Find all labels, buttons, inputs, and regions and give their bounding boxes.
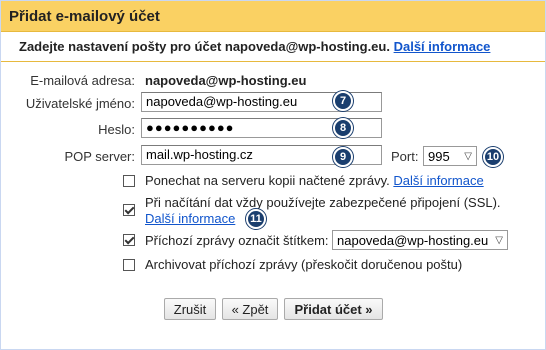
email-label: E-mailová adresa: (30, 73, 135, 88)
chevron-down-icon: ▽ (495, 234, 503, 246)
chevron-down-icon: ▽ (464, 150, 472, 162)
intro-text: Zadejte nastavení pošty pro účet napoved… (19, 39, 490, 54)
intro-more-info-link[interactable]: Další informace (394, 39, 491, 54)
leave-copy-label: Ponechat na serveru kopii načtené zprávy… (145, 173, 390, 188)
ssl-more-info-link[interactable]: Další informace (145, 211, 235, 226)
back-button[interactable]: « Zpět (222, 298, 278, 320)
ssl-checkbox[interactable] (123, 204, 135, 216)
add-email-account-dialog: Přidat e-mailový účet Zadejte nastavení … (0, 0, 546, 350)
step-11-badge: 11 (246, 209, 266, 229)
tag-label-select[interactable]: napoveda@wp-hosting.eu ▽ (332, 230, 508, 250)
tag-select-value: napoveda@wp-hosting.eu (337, 232, 489, 248)
step-8-badge: 8 (333, 118, 353, 138)
tag-checkbox[interactable] (123, 234, 135, 246)
ssl-label: Při načítání dat vždy používejte zabezpe… (145, 195, 501, 210)
step-9-badge: 9 (333, 147, 353, 167)
cancel-button[interactable]: Zrušit (164, 298, 216, 320)
email-value: napoveda@wp-hosting.eu (145, 73, 307, 88)
leave-copy-more-info-link[interactable]: Další informace (393, 173, 483, 188)
ssl-option: Při načítání dat vždy používejte zabezpe… (145, 195, 501, 227)
archive-label: Archivovat příchozí zprávy (přeskočit do… (145, 257, 463, 272)
header-divider (1, 61, 545, 62)
step-10-badge: 10 (483, 147, 503, 167)
leave-copy-checkbox[interactable] (123, 175, 135, 187)
pop-server-label: POP server: (64, 149, 135, 164)
port-select[interactable]: 995 ▽ (423, 146, 477, 166)
port-label: Port: (391, 149, 419, 164)
intro-message: Zadejte nastavení pošty pro účet napoved… (19, 39, 390, 54)
password-label: Heslo: (98, 122, 135, 137)
dialog-title: Přidat e-mailový účet (1, 1, 545, 32)
username-label: Uživatelské jméno: (25, 96, 135, 111)
step-7-badge: 7 (333, 91, 353, 111)
port-value: 995 (428, 148, 450, 164)
leave-copy-option: Ponechat na serveru kopii načtené zprávy… (145, 173, 484, 188)
tag-label: Příchozí zprávy označit štítkem: (145, 233, 329, 248)
add-account-button[interactable]: Přidat účet » (284, 298, 383, 320)
archive-checkbox[interactable] (123, 259, 135, 271)
